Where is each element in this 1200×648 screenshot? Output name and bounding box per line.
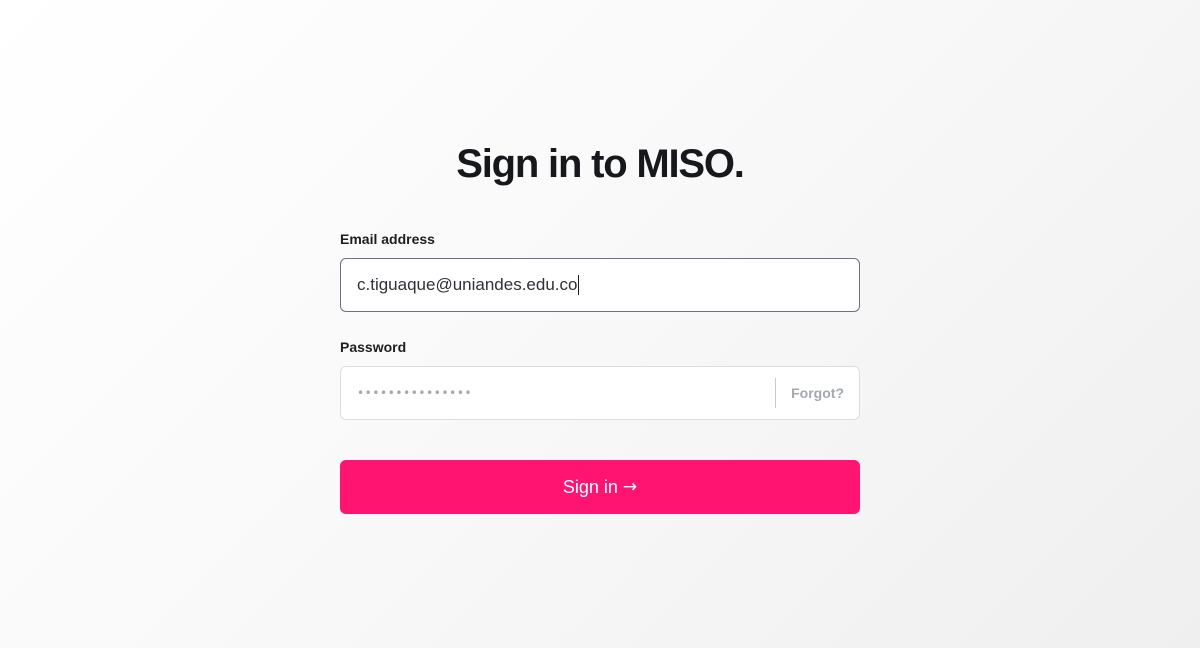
forgot-password-link[interactable]: Forgot? [791, 367, 844, 419]
email-label: Email address [340, 231, 435, 247]
sign-in-form: Email address c.tiguaque@uniandes.edu.co… [340, 230, 860, 514]
password-field-divider [775, 378, 776, 408]
email-text: c.tiguaque@uniandes.edu.co [357, 275, 578, 294]
text-caret [578, 274, 580, 295]
password-label: Password [340, 339, 407, 355]
email-value: c.tiguaque@uniandes.edu.co [357, 259, 580, 311]
password-masked-value: ••••••••••••••• [357, 386, 473, 400]
arrow-right-icon: → [622, 477, 638, 497]
sign-in-button[interactable]: Sign in → [340, 460, 860, 514]
password-field[interactable]: ••••••••••••••• Forgot? [340, 366, 860, 420]
email-field[interactable]: c.tiguaque@uniandes.edu.co [340, 258, 860, 312]
page-title: Sign in to MISO. [456, 142, 745, 186]
sign-in-button-label: Sign in [562, 476, 618, 497]
sign-in-page: Sign in to MISO. Email address c.tiguaqu… [0, 0, 1200, 648]
